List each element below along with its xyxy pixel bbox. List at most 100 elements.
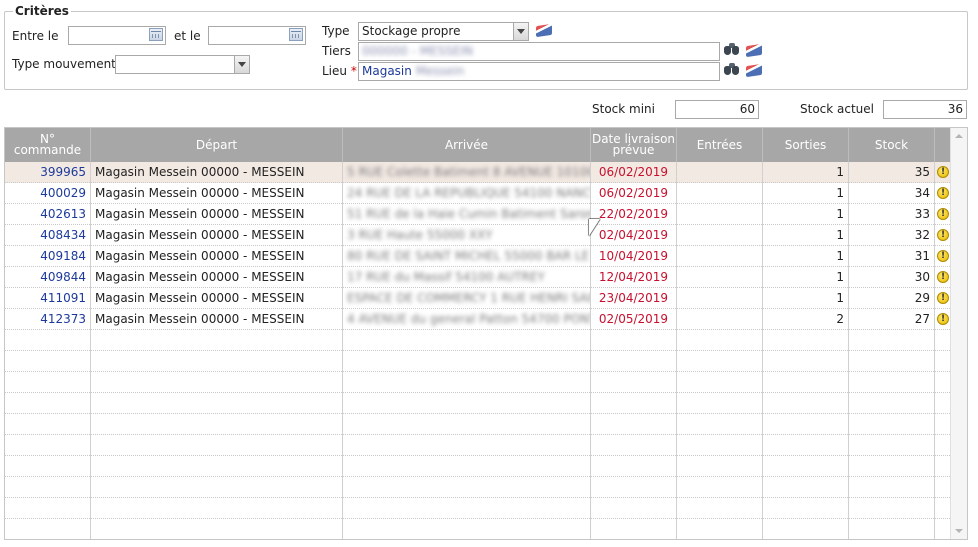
cell-num (5, 456, 91, 477)
cell-warning: ! (935, 246, 950, 267)
table-row[interactable]: 399965 Magasin Messein 00000 - MESSEIN 5 R… (5, 162, 950, 183)
cell-stock (849, 498, 935, 519)
cell-warning (935, 414, 950, 435)
cell-departure (91, 393, 343, 414)
table-row[interactable]: 402613 Magasin Messein 00000 - MESSEIN 51 … (5, 204, 950, 225)
flag-icon[interactable] (746, 43, 762, 58)
table-row-empty (5, 330, 950, 351)
cell-departure: Magasin Messein 00000 - MESSEIN (91, 162, 343, 183)
type-label: Type (322, 24, 350, 38)
movement-type-select[interactable] (115, 55, 250, 74)
cell-arrival (343, 519, 591, 539)
cell-warning: ! (935, 309, 950, 330)
col-header-arrival[interactable]: Arrivée (343, 128, 591, 162)
cell-stock: 35 (849, 162, 935, 183)
warning-icon[interactable]: ! (937, 208, 949, 220)
cell-stock (849, 414, 935, 435)
cell-delivery-date: 02/05/2019 (591, 309, 677, 330)
chevron-down-icon[interactable] (513, 23, 528, 40)
cell-outputs: 1 (763, 204, 849, 225)
cell-num (5, 393, 91, 414)
cell-departure: Magasin Messein 00000 - MESSEIN (91, 183, 343, 204)
cell-outputs: 2 (763, 309, 849, 330)
col-header-num[interactable]: N° commande (5, 128, 91, 162)
cell-warning (935, 435, 950, 456)
table-row[interactable]: 411091 Magasin Messein 00000 - MESSEIN ESP… (5, 288, 950, 309)
stock-min-input[interactable]: 60 (675, 100, 759, 119)
arrival-address: 51 RUE de la Haie Cumin Batiment Sarom (347, 207, 591, 221)
cell-departure: Magasin Messein 00000 - MESSEIN (91, 225, 343, 246)
table-row[interactable]: 412373 Magasin Messein 00000 - MESSEIN 4 A… (5, 309, 950, 330)
cell-departure: Magasin Messein 00000 - MESSEIN (91, 246, 343, 267)
col-header-delivery-date[interactable]: Date livraison prévue (591, 128, 677, 162)
flag-icon[interactable] (536, 23, 552, 38)
warning-icon[interactable]: ! (937, 313, 949, 325)
cell-stock (849, 519, 935, 539)
cell-outputs (763, 351, 849, 372)
cell-departure (91, 519, 343, 539)
date-to-label: et le (174, 29, 201, 43)
cell-delivery-date: 12/04/2019 (591, 267, 677, 288)
cell-stock: 29 (849, 288, 935, 309)
col-header-entries[interactable]: Entrées (677, 128, 763, 162)
warning-icon[interactable]: ! (937, 166, 949, 178)
col-header-warning (935, 128, 950, 162)
cell-arrival: 24 RUE DE LA REPUBLIQUE 54100 NANCY L (343, 183, 591, 204)
tiers-input[interactable]: 000000 - MESSEIN (358, 42, 720, 61)
cell-arrival: 17 RUE du Massif 54100 AUTREY (343, 267, 591, 288)
cell-stock (849, 456, 935, 477)
warning-icon[interactable]: ! (937, 229, 949, 241)
movement-type-label: Type mouvement (12, 57, 116, 71)
table-row[interactable]: 409184 Magasin Messein 00000 - MESSEIN 80 … (5, 246, 950, 267)
calendar-icon[interactable] (149, 28, 163, 41)
cell-delivery-date (591, 498, 677, 519)
cell-arrival: 80 RUE DE SAINT MICHEL 55000 BAR LE D (343, 246, 591, 267)
col-header-departure[interactable]: Départ (91, 128, 343, 162)
stock-current-input[interactable]: 36 (883, 100, 967, 119)
table-row-empty (5, 393, 950, 414)
cell-delivery-date: 02/04/2019 (591, 225, 677, 246)
cell-outputs: 1 (763, 225, 849, 246)
grid-body: 399965 Magasin Messein 00000 - MESSEIN 5 R… (5, 162, 950, 539)
criteria-legend: Critères (13, 4, 71, 18)
lieu-input[interactable]: Magasin Messein (358, 62, 720, 81)
scroll-down-icon[interactable] (951, 523, 967, 539)
vertical-scrollbar[interactable] (950, 128, 967, 539)
cell-arrival: 3 RUE Haute 55000 XXY (343, 225, 591, 246)
cell-departure: Magasin Messein 00000 - MESSEIN (91, 288, 343, 309)
cell-departure (91, 351, 343, 372)
table-row[interactable]: 400029 Magasin Messein 00000 - MESSEIN 24 … (5, 183, 950, 204)
warning-icon[interactable]: ! (937, 187, 949, 199)
cell-outputs: 1 (763, 246, 849, 267)
calendar-icon[interactable] (289, 28, 303, 41)
cell-delivery-date (591, 519, 677, 539)
cell-warning: ! (935, 183, 950, 204)
cell-entries (677, 267, 763, 288)
arrival-address: 5 RUE Colette Batiment 8 AVENUE 10100 S (347, 165, 591, 179)
table-row[interactable]: 409844 Magasin Messein 00000 - MESSEIN 17 … (5, 267, 950, 288)
cell-arrival (343, 435, 591, 456)
chevron-down-icon[interactable] (234, 56, 249, 73)
col-header-stock[interactable]: Stock (849, 128, 935, 162)
warning-icon[interactable]: ! (937, 250, 949, 262)
cell-departure: Magasin Messein 00000 - MESSEIN (91, 309, 343, 330)
cell-entries (677, 393, 763, 414)
binoculars-icon[interactable] (724, 43, 740, 56)
cell-stock: 32 (849, 225, 935, 246)
warning-icon[interactable]: ! (937, 292, 949, 304)
scroll-up-icon[interactable] (951, 128, 967, 144)
col-header-outputs[interactable]: Sorties (763, 128, 849, 162)
cell-outputs (763, 519, 849, 539)
cell-delivery-date: 06/02/2019 (591, 183, 677, 204)
cell-num (5, 498, 91, 519)
table-row[interactable]: 408434 Magasin Messein 00000 - MESSEIN 3 R… (5, 225, 950, 246)
warning-icon[interactable]: ! (937, 271, 949, 283)
flag-icon[interactable] (746, 63, 762, 78)
table-row-empty (5, 435, 950, 456)
arrival-address: ESPACE DE COMMERCY 1 RUE HENRI SAINT (347, 291, 591, 305)
binoculars-icon[interactable] (724, 63, 740, 76)
cell-num: 399965 (5, 162, 91, 183)
col-header-delivery-date-line2: prévue (612, 143, 655, 157)
cell-outputs (763, 372, 849, 393)
type-select[interactable]: Stockage propre (358, 22, 529, 41)
